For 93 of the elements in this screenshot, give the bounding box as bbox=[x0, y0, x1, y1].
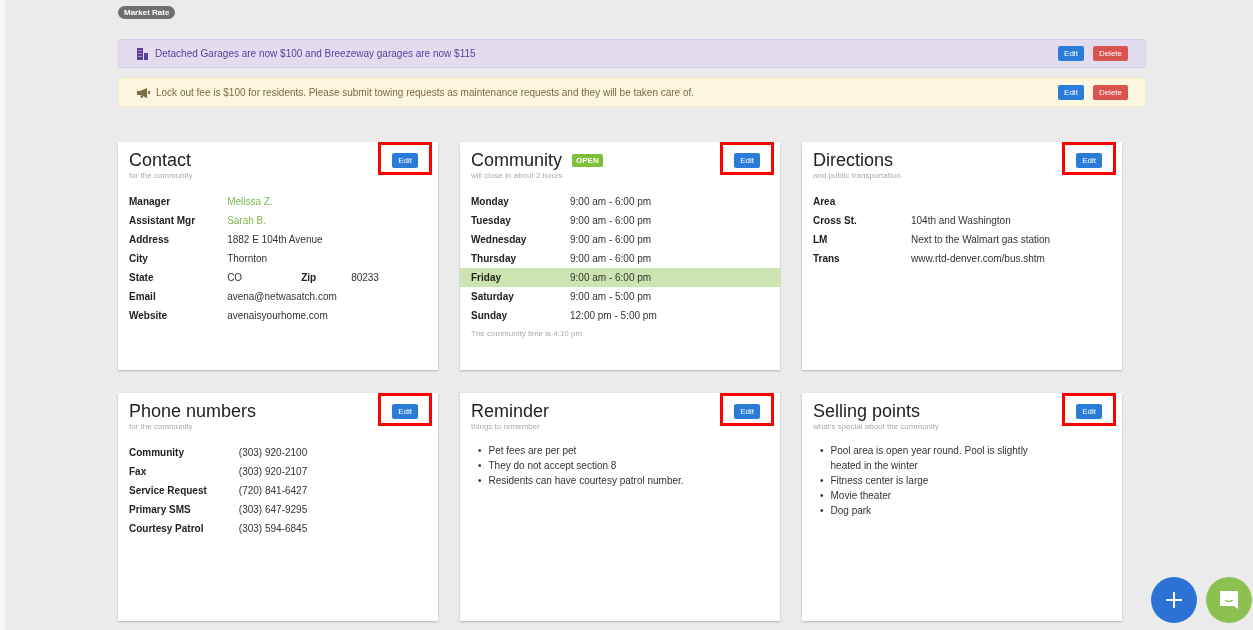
hours-value: 9:00 am - 6:00 pm bbox=[570, 253, 652, 264]
megaphone-icon bbox=[136, 86, 150, 99]
field-label: Manager bbox=[129, 196, 172, 207]
field-label: Cross St. bbox=[813, 215, 858, 226]
field-label: State bbox=[129, 272, 155, 283]
field-label: Fax bbox=[129, 466, 148, 477]
field-value: Thornton bbox=[227, 253, 268, 264]
field-label: Service Request bbox=[129, 485, 208, 496]
field-value: (303) 594-6845 bbox=[238, 523, 308, 534]
list-bullet: • bbox=[478, 474, 482, 488]
edit-button[interactable]: Edit bbox=[392, 404, 418, 419]
card-title: Selling points bbox=[813, 401, 921, 422]
field-value: 104th and Washington bbox=[911, 215, 1011, 226]
field-value: (303) 920-2100 bbox=[238, 447, 308, 458]
day-label: Monday bbox=[471, 196, 510, 207]
card-title: Phone numbers bbox=[129, 401, 257, 422]
card-subtitle: for the community bbox=[129, 171, 193, 180]
card-subtitle: what's special about the community bbox=[813, 422, 940, 431]
field-label: Trans bbox=[813, 253, 841, 264]
day-label: Friday bbox=[471, 272, 502, 283]
list-bullet: • bbox=[820, 444, 824, 458]
list-bullet: • bbox=[820, 489, 824, 503]
hours-value: 12:00 pm - 5:00 pm bbox=[570, 310, 657, 321]
list-item: Fitness center is large bbox=[830, 474, 929, 488]
edit-button[interactable]: Edit bbox=[1058, 85, 1084, 100]
edit-button[interactable]: Edit bbox=[1058, 46, 1084, 61]
field-label: Email bbox=[129, 291, 157, 302]
list-item: Dog park bbox=[830, 504, 872, 518]
field-label: Website bbox=[129, 310, 169, 321]
field-value: CO bbox=[227, 272, 244, 283]
name-link[interactable]: Melissa Z. bbox=[227, 196, 273, 207]
card-title: Contact bbox=[129, 150, 192, 171]
list-bullet: • bbox=[820, 474, 824, 488]
chat-bubble-icon bbox=[1217, 588, 1241, 612]
edit-button[interactable]: Edit bbox=[1076, 404, 1102, 419]
card-subtitle: for the community bbox=[129, 422, 194, 431]
field-value: avena@netwasatch.com bbox=[227, 291, 337, 302]
field-value: (720) 841-6427 bbox=[238, 485, 308, 496]
alert-text: Detached Garages are now $100 and Breezeway garages are now $115 bbox=[155, 48, 477, 59]
list-item: They do not accept section 8 bbox=[488, 459, 617, 473]
list-bullet: • bbox=[478, 444, 482, 458]
day-label: Thursday bbox=[471, 253, 517, 264]
card-title: Community bbox=[471, 150, 563, 171]
edit-button[interactable]: Edit bbox=[392, 153, 418, 168]
list-item: Pet fees are per pet bbox=[488, 444, 577, 458]
market-rate-badge: Market Rate bbox=[118, 6, 176, 19]
add-button[interactable] bbox=[1151, 577, 1197, 623]
delete-button[interactable]: Delete bbox=[1092, 46, 1128, 61]
edit-button[interactable]: Edit bbox=[734, 404, 760, 419]
field-label: Courtesy Patrol bbox=[129, 523, 205, 534]
hours-value: 9:00 am - 5:00 pm bbox=[570, 291, 652, 302]
day-label: Tuesday bbox=[471, 215, 512, 226]
field-value: avenaisyourhome.com bbox=[227, 310, 328, 321]
card-subtitle: things to remember bbox=[471, 422, 541, 431]
field-label: Address bbox=[129, 234, 170, 245]
day-label: Sunday bbox=[471, 310, 509, 321]
field-label: LM bbox=[813, 234, 829, 245]
field-label: City bbox=[129, 253, 149, 264]
card-title: Directions bbox=[813, 150, 894, 171]
hours-value: 9:00 am - 6:00 pm bbox=[570, 234, 652, 245]
list-item: Pool area is open year round. Pool is slightly heated in the winter bbox=[830, 444, 1029, 473]
day-label: Wednesday bbox=[471, 234, 528, 245]
card-title: Reminder bbox=[471, 401, 550, 422]
card-subtitle: and public transportation bbox=[813, 171, 901, 180]
alert-text: Lock out fee is $100 for residents. Please submit towing requests as maintenance requests and they will be taken care of. bbox=[156, 87, 696, 98]
hours-value: 9:00 am - 6:00 pm bbox=[570, 215, 652, 226]
field-value: www.rtd-denver.com/bus.shtm bbox=[911, 253, 1045, 264]
edit-button[interactable]: Edit bbox=[734, 153, 760, 168]
list-bullet: • bbox=[478, 459, 482, 473]
field-value: 1882 E 104th Avenue bbox=[227, 234, 323, 245]
hours-value: 9:00 am - 6:00 pm bbox=[570, 272, 652, 283]
status-badge: OPEN bbox=[572, 154, 603, 167]
field-value: (303) 920-2107 bbox=[238, 466, 308, 477]
building-icon bbox=[136, 47, 149, 60]
field-label: Community bbox=[129, 447, 185, 458]
day-label: Saturday bbox=[471, 291, 515, 302]
delete-button[interactable]: Delete bbox=[1092, 85, 1128, 100]
field-value: Next to the Walmart gas station bbox=[911, 234, 1051, 245]
field-label: Area bbox=[813, 196, 837, 207]
list-bullet: • bbox=[820, 504, 824, 518]
field-label: Zip bbox=[301, 272, 318, 283]
hours-value: 9:00 am - 6:00 pm bbox=[570, 196, 652, 207]
field-value: (303) 647-9295 bbox=[238, 504, 308, 515]
card-subtitle: will close in about 2 hours bbox=[471, 171, 564, 180]
field-label: Assistant Mgr bbox=[129, 215, 197, 226]
edit-button[interactable]: Edit bbox=[1076, 153, 1102, 168]
time-note: The community time is 4:10 pm bbox=[471, 329, 584, 338]
name-link[interactable]: Sarah B. bbox=[227, 215, 267, 226]
field-label: Primary SMS bbox=[129, 504, 192, 515]
list-item: Residents can have courtesy patrol number. bbox=[488, 474, 684, 488]
list-item: Movie theater bbox=[830, 489, 892, 503]
plus-icon bbox=[1164, 590, 1184, 610]
field-value: 80233 bbox=[351, 272, 379, 283]
